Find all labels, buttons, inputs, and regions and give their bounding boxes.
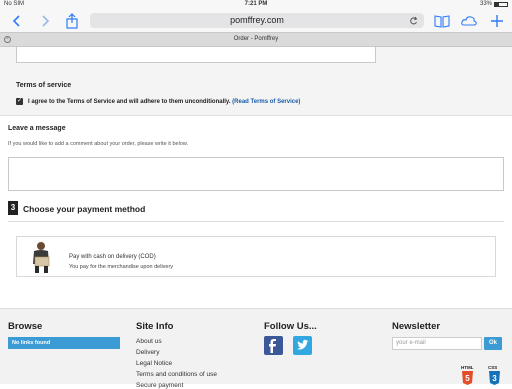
- siteinfo-heading: Site Info: [136, 321, 174, 332]
- terms-agree-label: I agree to the Terms of Service and will…: [28, 99, 300, 105]
- follow-heading: Follow Us...: [264, 321, 317, 332]
- payment-option-cod[interactable]: Pay with cash on delivery (COD) You pay …: [16, 236, 496, 277]
- browse-nolinks: No links found: [8, 337, 120, 349]
- leave-message-heading: Leave a message: [8, 125, 66, 132]
- leave-message-hint: If you would like to add a comment about…: [8, 141, 189, 147]
- reload-icon[interactable]: [409, 16, 418, 25]
- facebook-icon[interactable]: [264, 336, 283, 355]
- footer-link-about[interactable]: About us: [136, 338, 162, 345]
- payment-option-title: Pay with cash on delivery (COD): [69, 254, 156, 260]
- terms-checkbox[interactable]: ✓: [16, 98, 23, 105]
- bookmarks-icon[interactable]: [433, 12, 451, 30]
- battery-indicator: 33%: [480, 1, 508, 7]
- css3-badge-label: CSS: [488, 365, 498, 370]
- icloud-tabs-icon[interactable]: [460, 12, 478, 30]
- divider: [8, 221, 504, 222]
- back-icon[interactable]: [8, 12, 26, 30]
- footer-link-delivery[interactable]: Delivery: [136, 349, 159, 356]
- url-text: pomffrey.com: [230, 15, 284, 25]
- browser-toolbar: pomffrey.com: [0, 10, 512, 32]
- newsletter-email-input[interactable]: your e-mail: [392, 337, 482, 350]
- payment-option-subtitle: You pay for the merchandise upon deliver…: [69, 264, 174, 270]
- forward-icon[interactable]: [36, 12, 54, 30]
- newsletter-ok-button[interactable]: Ok: [484, 337, 502, 350]
- newsletter-heading: Newsletter: [392, 321, 441, 332]
- message-textarea[interactable]: [8, 157, 504, 191]
- battery-icon: [494, 1, 508, 7]
- share-icon[interactable]: [63, 12, 81, 30]
- terms-heading: Terms of service: [16, 82, 72, 89]
- footer-link-legal[interactable]: Legal Notice: [136, 360, 172, 367]
- footer-link-terms[interactable]: Terms and conditions of use: [136, 371, 217, 378]
- footer-link-secure-payment[interactable]: Secure payment: [136, 382, 183, 389]
- terms-agree-text: I agree to the Terms of Service and will…: [28, 99, 231, 105]
- payment-heading: Choose your payment method: [23, 204, 146, 214]
- step-number: 3: [8, 201, 18, 215]
- html5-badge-label: HTML: [461, 365, 474, 370]
- terms-link[interactable]: (Read Terms of Service): [232, 99, 300, 105]
- delivery-person-icon: [25, 240, 57, 274]
- twitter-icon[interactable]: [293, 336, 312, 355]
- browse-heading: Browse: [8, 321, 43, 332]
- svg-text:3: 3: [492, 374, 497, 383]
- tab-bar: × Order - Pomffrey: [0, 32, 512, 47]
- address-bar[interactable]: pomffrey.com: [90, 13, 424, 28]
- footer: Browse No links found Site Info About us…: [0, 308, 512, 389]
- battery-percent: 33%: [479, 1, 492, 7]
- css3-logo-icon: 3: [488, 371, 501, 385]
- svg-text:5: 5: [465, 374, 470, 383]
- new-tab-icon[interactable]: [488, 12, 506, 30]
- clock: 7:21 PM: [244, 1, 268, 7]
- tab-title[interactable]: Order - Pomffrey: [0, 36, 512, 42]
- html5-logo-icon: 5: [461, 371, 474, 385]
- previous-textbox[interactable]: [16, 47, 376, 63]
- status-bar: No SIM 7:21 PM 33%: [0, 0, 512, 10]
